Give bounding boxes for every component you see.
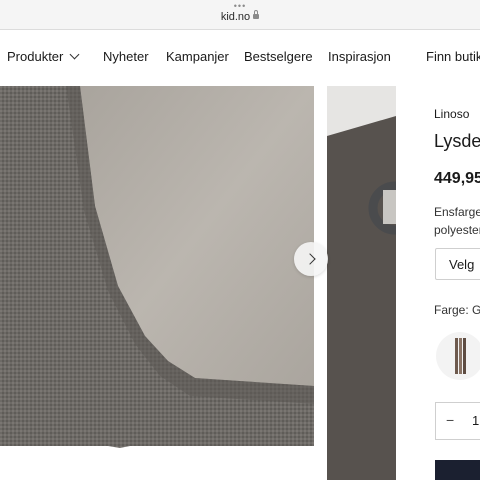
- product-image-main[interactable]: [0, 86, 314, 480]
- gallery-next-button[interactable]: [294, 242, 328, 276]
- swatch-image: [455, 338, 466, 374]
- size-select-label: Velg: [449, 257, 475, 272]
- curtain-ring-image: [327, 86, 396, 480]
- product-price: 449,95: [434, 170, 480, 187]
- url-text[interactable]: kid.no: [0, 10, 480, 23]
- nav-item-label: Produkter: [7, 49, 64, 64]
- product-title: Lysdempende gardin: [434, 131, 480, 151]
- minus-icon[interactable]: −: [446, 412, 454, 428]
- color-label: Farge: G: [434, 303, 480, 317]
- quantity-value[interactable]: 1: [472, 413, 479, 428]
- chevron-down-icon: [69, 49, 80, 60]
- url-domain: kid.no: [220, 11, 251, 23]
- nav-item-produkter[interactable]: Produkter: [7, 49, 80, 64]
- nav-item-inspirasjon[interactable]: Inspirasjon: [328, 49, 391, 64]
- product-description: Ensfarget polyester: [434, 203, 480, 239]
- product-image-gallery[interactable]: [0, 86, 396, 480]
- size-select[interactable]: Velg: [435, 248, 480, 280]
- nav-item-kampanjer[interactable]: Kampanjer: [166, 49, 229, 64]
- browser-tab-dots[interactable]: •••: [0, 2, 480, 11]
- browser-address-bar[interactable]: ••• kid.no: [0, 0, 480, 30]
- add-to-cart-button[interactable]: [435, 460, 480, 480]
- description-line: polyester: [434, 223, 480, 237]
- nav-item-bestselgere[interactable]: Bestselgere: [244, 49, 313, 64]
- nav-item-nyheter[interactable]: Nyheter: [103, 49, 149, 64]
- quantity-stepper[interactable]: − 1: [435, 402, 480, 440]
- product-image-secondary[interactable]: [327, 86, 396, 480]
- product-brand[interactable]: Linoso: [434, 107, 469, 121]
- main-navigation: Produkter Nyheter Kampanjer Bestselgere …: [0, 30, 480, 84]
- description-line: Ensfarget: [434, 205, 480, 219]
- curtain-closeup-image: [0, 86, 314, 480]
- lock-icon: [253, 10, 260, 19]
- product-info-panel: Linoso Lysdempende gardin 449,95 Ensfarg…: [396, 86, 480, 480]
- color-swatch[interactable]: [436, 332, 480, 380]
- nav-item-finn-butikk[interactable]: Finn butikk: [426, 49, 480, 64]
